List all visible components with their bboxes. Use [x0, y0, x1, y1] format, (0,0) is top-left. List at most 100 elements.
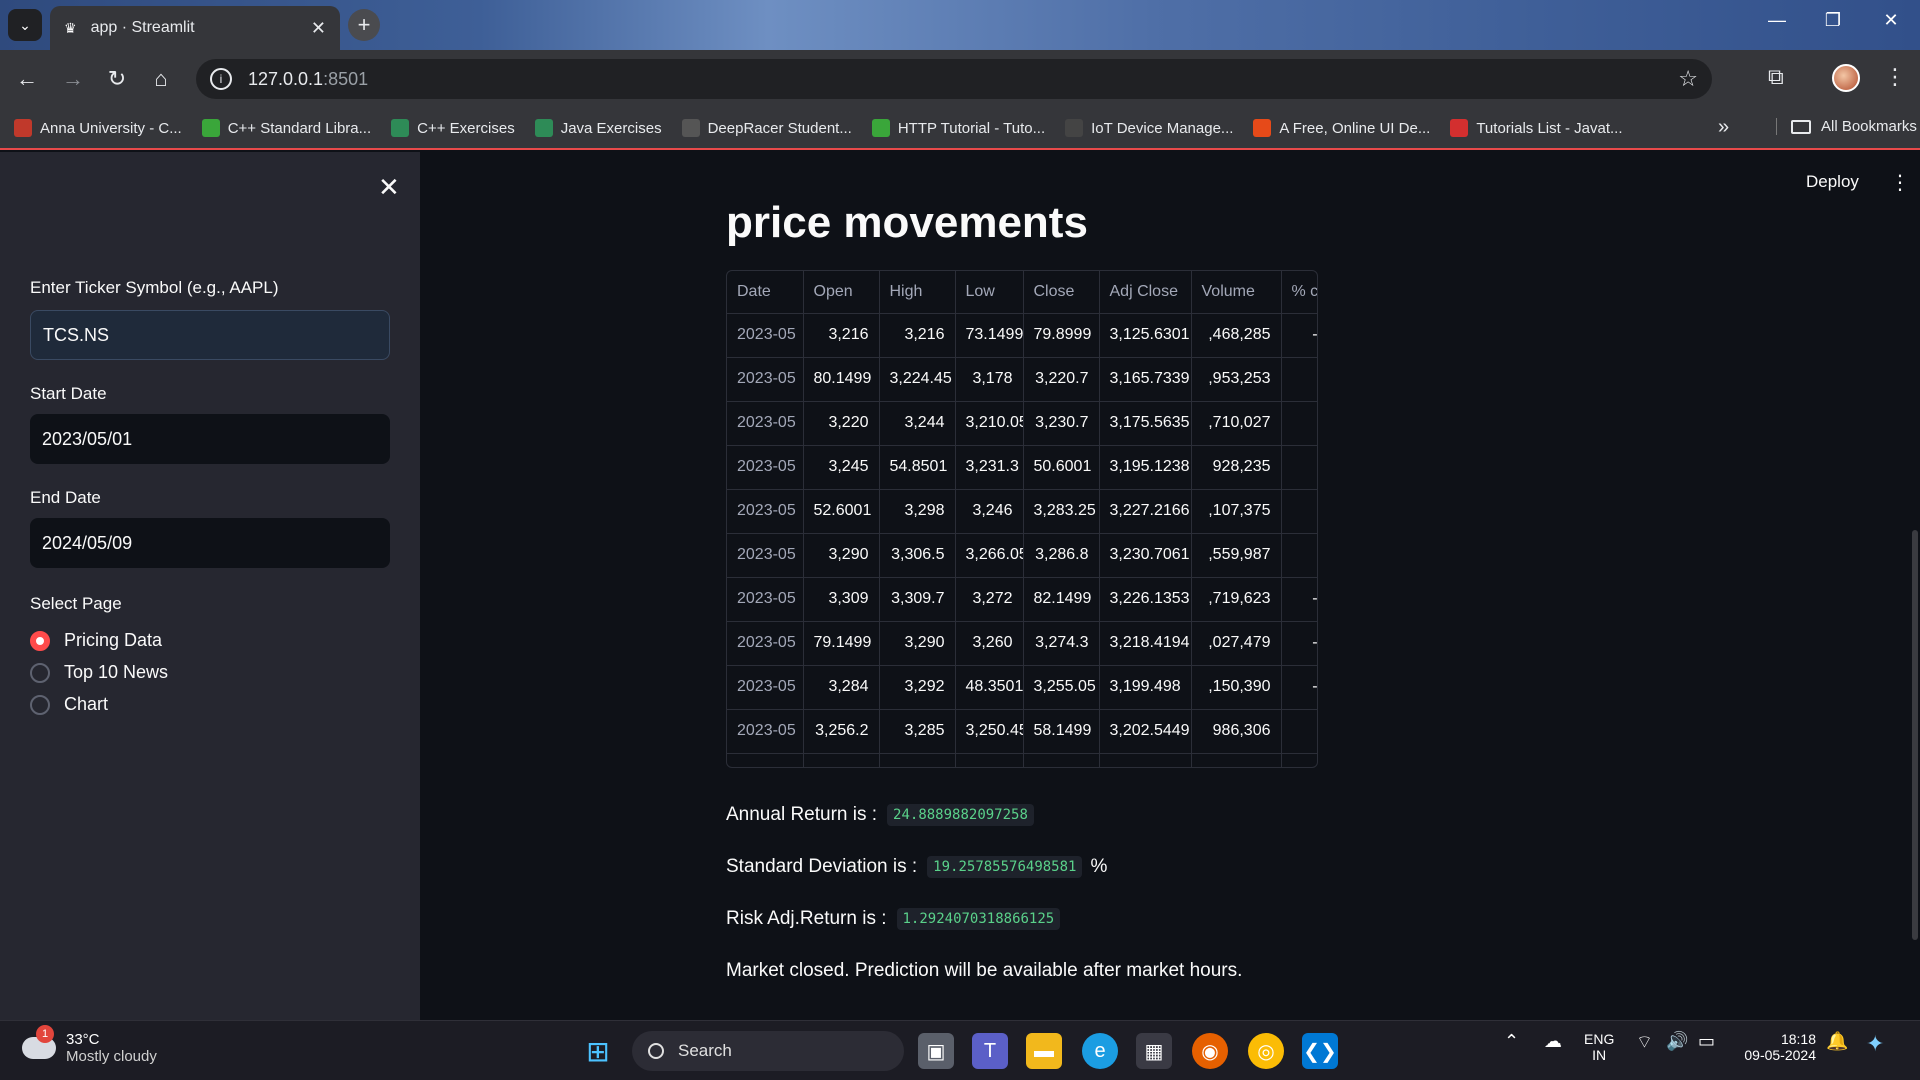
- date-cell[interactable]: 2023-05: [727, 665, 804, 710]
- table-cell[interactable]: 3,224.45: [879, 357, 956, 402]
- table-cell[interactable]: 3,200.7: [1023, 753, 1100, 767]
- table-cell[interactable]: 52.6001: [803, 489, 880, 534]
- table-cell[interactable]: 3,266.05: [955, 533, 1024, 578]
- table-cell[interactable]: 986,306: [1191, 709, 1282, 754]
- table-cell[interactable]: 3,216: [803, 313, 880, 358]
- deploy-button[interactable]: Deploy: [1806, 172, 1859, 192]
- table-cell[interactable]: 0.001: [1281, 709, 1317, 754]
- table-cell[interactable]: 3,226.1353: [1099, 577, 1192, 622]
- date-cell[interactable]: 2023-05: [727, 709, 804, 754]
- radio-pricing-data[interactable]: Pricing Data: [30, 630, 162, 651]
- sidebar-close-icon[interactable]: ✕: [378, 172, 400, 203]
- table-cell[interactable]: 3,290: [879, 621, 956, 666]
- browser-tab[interactable]: ♛ app · Streamlit ✕: [50, 6, 340, 50]
- column-header[interactable]: Adj Close: [1099, 271, 1192, 314]
- table-cell[interactable]: ,150,390: [1191, 665, 1282, 710]
- table-cell[interactable]: 79.1499: [803, 621, 880, 666]
- table-cell[interactable]: 3,283.25: [1023, 489, 1100, 534]
- language-indicator[interactable]: ENG IN: [1584, 1031, 1614, 1063]
- date-cell[interactable]: 2023-05: [727, 621, 804, 666]
- table-cell[interactable]: 3,260: [879, 753, 956, 767]
- date-cell[interactable]: 2023-05: [727, 445, 804, 490]
- table-cell[interactable]: 3,244: [879, 401, 956, 446]
- column-header[interactable]: Open: [803, 271, 880, 314]
- table-cell[interactable]: 73.1499: [955, 313, 1024, 358]
- main-menu-icon[interactable]: ⋮: [1890, 170, 1910, 195]
- table-cell[interactable]: 3,210.05: [955, 401, 1024, 446]
- table-cell[interactable]: 3,309.7: [879, 577, 956, 622]
- table-cell[interactable]: 3,245: [803, 445, 880, 490]
- price-table[interactable]: DateOpenHighLowCloseAdj CloseVolume% cha…: [726, 270, 1318, 768]
- restore-icon[interactable]: ❐: [1818, 10, 1848, 31]
- forward-icon[interactable]: →: [58, 64, 88, 94]
- address-bar[interactable]: i 127.0.0.1:8501 ☆: [196, 59, 1712, 99]
- table-cell[interactable]: 3,231.3: [955, 445, 1024, 490]
- table-cell[interactable]: 80.1499: [803, 357, 880, 402]
- onedrive-icon[interactable]: ☁: [1544, 1031, 1562, 1052]
- table-cell[interactable]: 3,230.7061: [1099, 533, 1192, 578]
- table-cell[interactable]: 50.6001: [1023, 445, 1100, 490]
- end-date-input[interactable]: 2024/05/09: [30, 518, 390, 568]
- window-close-icon[interactable]: ✕: [1876, 10, 1906, 31]
- date-cell[interactable]: 2023-05: [727, 533, 804, 578]
- column-header[interactable]: Volume: [1191, 271, 1282, 314]
- table-cell[interactable]: 3,188.05: [955, 753, 1024, 767]
- edge-icon[interactable]: e: [1082, 1033, 1118, 1069]
- table-cell[interactable]: 3,286.8: [1023, 533, 1100, 578]
- tab-close-icon[interactable]: ✕: [311, 18, 326, 39]
- table-cell[interactable]: 3,306.5: [879, 533, 956, 578]
- wifi-icon[interactable]: ⌔: [1636, 1031, 1653, 1054]
- bookmark-item[interactable]: IoT Device Manage...: [1065, 119, 1233, 137]
- table-cell[interactable]: 0.0062: [1281, 445, 1317, 490]
- table-cell[interactable]: -0.0159: [1281, 753, 1317, 767]
- table-cell[interactable]: 0.0128: [1281, 357, 1317, 402]
- date-cell[interactable]: 2023-05: [727, 401, 804, 446]
- home-icon[interactable]: ⌂: [146, 64, 176, 94]
- table-cell[interactable]: 3,290: [803, 533, 880, 578]
- site-info-icon[interactable]: i: [210, 68, 232, 90]
- column-header[interactable]: Date: [727, 271, 804, 314]
- table-cell[interactable]: -0.0123: [1281, 313, 1317, 358]
- column-header[interactable]: High: [879, 271, 956, 314]
- vscode-icon[interactable]: ❮❯: [1302, 1033, 1338, 1069]
- chrome-menu-icon[interactable]: ⋮: [1884, 64, 1906, 90]
- table-cell[interactable]: 3,220.7: [1023, 357, 1100, 402]
- table-cell[interactable]: ,538,213: [1191, 753, 1282, 767]
- more-bookmarks-icon[interactable]: »: [1718, 116, 1729, 139]
- notification-bell-icon[interactable]: 🔔: [1826, 1031, 1848, 1052]
- all-bookmarks-button[interactable]: All Bookmarks: [1776, 118, 1917, 135]
- chrome-icon[interactable]: ◎: [1248, 1033, 1284, 1069]
- table-cell[interactable]: 3,255.05: [803, 753, 880, 767]
- bookmark-item[interactable]: Tutorials List - Javat...: [1450, 119, 1622, 137]
- bookmark-item[interactable]: DeepRacer Student...: [681, 119, 852, 137]
- bookmark-item[interactable]: HTTP Tutorial - Tuto...: [871, 119, 1045, 137]
- tab-search-button[interactable]: ⌄: [8, 9, 42, 41]
- table-cell[interactable]: 3,178: [955, 357, 1024, 402]
- table-cell[interactable]: ,559,987: [1191, 533, 1282, 578]
- table-cell[interactable]: 3,165.7339: [1099, 357, 1192, 402]
- radio-chart[interactable]: Chart: [30, 694, 108, 715]
- table-cell[interactable]: 3,260: [955, 621, 1024, 666]
- table-cell[interactable]: 3,272: [955, 577, 1024, 622]
- table-cell[interactable]: 3,175.5635: [1099, 401, 1192, 446]
- table-cell[interactable]: 82.1499: [1023, 577, 1100, 622]
- date-cell[interactable]: 2023-05: [727, 313, 804, 358]
- table-cell[interactable]: 3,285: [879, 709, 956, 754]
- file-explorer-icon[interactable]: ▬: [1026, 1033, 1062, 1069]
- profile-avatar[interactable]: [1832, 64, 1860, 92]
- firefox-icon[interactable]: ◉: [1192, 1033, 1228, 1069]
- table-cell[interactable]: 3,284: [803, 665, 880, 710]
- table-cell[interactable]: 3,230.7: [1023, 401, 1100, 446]
- table-cell[interactable]: 48.3501: [955, 665, 1024, 710]
- table-cell[interactable]: 928,235: [1191, 445, 1282, 490]
- bookmark-item[interactable]: A Free, Online UI De...: [1253, 119, 1430, 137]
- table-cell[interactable]: ,719,623: [1191, 577, 1282, 622]
- table-cell[interactable]: 3,274.3: [1023, 621, 1100, 666]
- table-cell[interactable]: -0.0014: [1281, 577, 1317, 622]
- weather-widget[interactable]: 1 33°C Mostly cloudy: [22, 1025, 157, 1065]
- system-clock[interactable]: 18:18 09-05-2024: [1736, 1031, 1816, 1063]
- table-cell[interactable]: 3,199.498: [1099, 665, 1192, 710]
- start-date-input[interactable]: 2023/05/01: [30, 414, 390, 464]
- tray-chevron-icon[interactable]: ⌃: [1504, 1031, 1519, 1052]
- table-cell[interactable]: 0.0011: [1281, 533, 1317, 578]
